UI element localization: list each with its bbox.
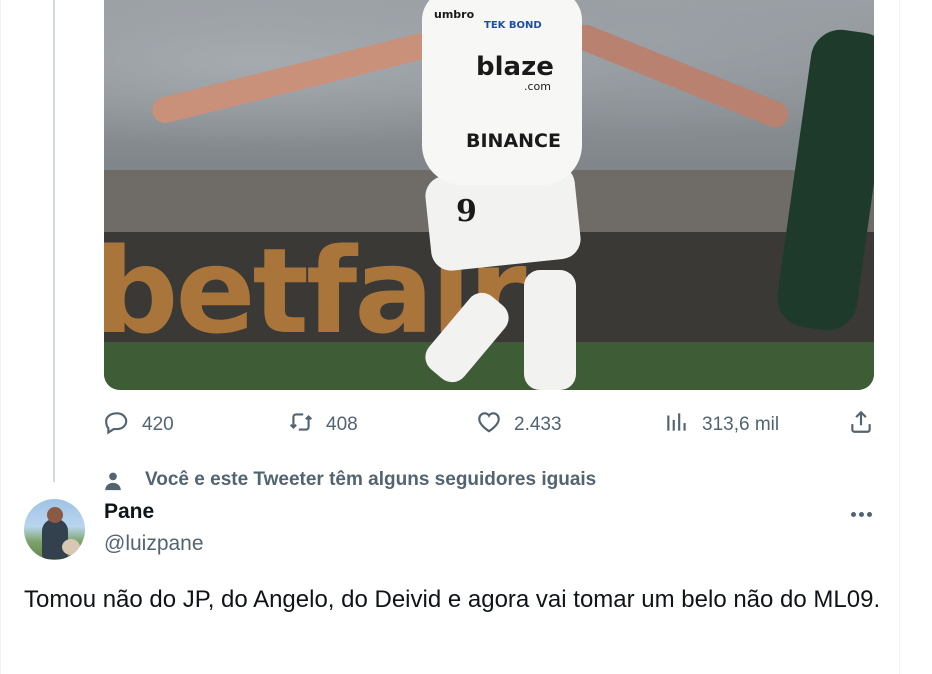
avatar-dog: [62, 539, 80, 555]
heart-icon: [476, 409, 502, 441]
avatar[interactable]: [24, 499, 85, 560]
person-icon: [102, 470, 124, 492]
views-count: 313,6 mil: [702, 414, 780, 435]
shorts-number: 9: [456, 194, 477, 229]
shirt-brand-text: umbro: [434, 8, 475, 21]
social-context-text[interactable]: Você e este Tweeter têm alguns seguidore…: [145, 469, 596, 491]
share-icon: [848, 409, 874, 441]
reply-button[interactable]: 420: [104, 406, 174, 444]
more-dots-icon: [850, 511, 856, 517]
avatar-figure-head: [47, 507, 63, 523]
retweet-count: 408: [326, 414, 358, 435]
shirt-sponsor-binance: BINANCE: [466, 130, 561, 152]
more-options-button[interactable]: [846, 500, 876, 528]
like-button[interactable]: 2.433: [476, 406, 562, 444]
more-dot: [858, 511, 864, 517]
timeline: betfair umbro TEK BOND blaze .com BINANC…: [0, 0, 932, 674]
reply-count: 420: [142, 414, 174, 435]
tweet-media-image[interactable]: betfair umbro TEK BOND blaze .com BINANC…: [104, 0, 874, 390]
shirt-sponsor-blaze: blaze: [476, 52, 554, 82]
like-count: 2.433: [514, 414, 562, 435]
retweet-icon: [288, 409, 314, 441]
thread-connector-line: [53, 0, 55, 482]
reply-icon: [104, 409, 130, 441]
media-pitch: [104, 342, 874, 390]
share-button[interactable]: [848, 406, 874, 444]
more-dot: [866, 511, 872, 517]
shirt-sponsor-blaze-sub: .com: [524, 80, 551, 93]
column-border-right: [899, 0, 900, 674]
shirt-sponsor-tekbond: TEK BOND: [484, 20, 542, 31]
column-border-left: [0, 0, 1, 674]
tweet-text: Tomou não do JP, do Angelo, do Deivid e …: [24, 586, 881, 613]
author-handle[interactable]: @luizpane: [104, 532, 204, 556]
author-name[interactable]: Pane: [104, 500, 154, 524]
media-player-leg-front: [524, 270, 576, 390]
views-button[interactable]: 313,6 mil: [664, 406, 779, 444]
tweet-action-bar: 420 408 2.433 313,6 mil: [104, 406, 874, 444]
retweet-button[interactable]: 408: [288, 406, 358, 444]
views-chart-icon: [664, 409, 690, 441]
